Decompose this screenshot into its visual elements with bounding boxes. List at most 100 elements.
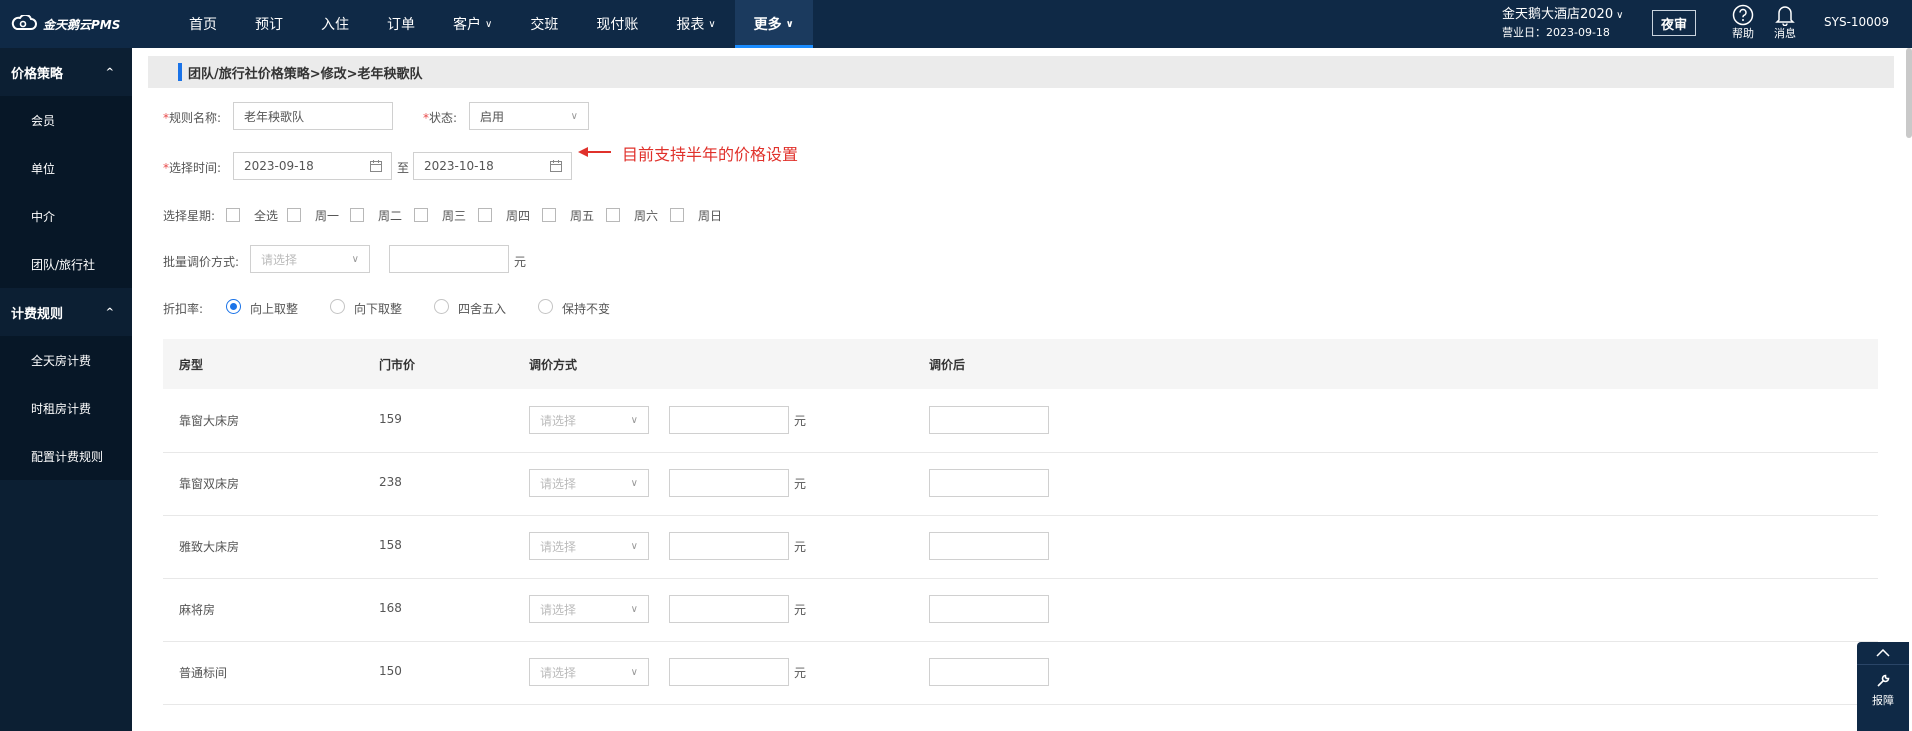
rule-name-label: *规则名称: bbox=[163, 111, 222, 125]
weekday-checkbox-3[interactable] bbox=[414, 208, 428, 222]
chevron-down-icon: ∨ bbox=[630, 666, 638, 678]
nav-item-2[interactable]: 入住 bbox=[302, 0, 368, 48]
logo-text: 金天鹅云PMS bbox=[43, 17, 121, 32]
nav-item-8[interactable]: 更多 ∨ bbox=[734, 0, 813, 48]
annotation-text: 目前支持半年的价格设置 bbox=[622, 145, 799, 164]
nav-item-7[interactable]: 报表 ∨ bbox=[657, 0, 734, 48]
sidebar-item[interactable]: 中介 bbox=[0, 192, 132, 240]
table-header: 房型 门市价 调价方式 调价后 bbox=[163, 339, 1878, 389]
sidebar-group-1[interactable]: 计费规则 ^ bbox=[0, 288, 132, 336]
adjust-method-select[interactable]: 请选择 ∨ bbox=[529, 658, 649, 686]
adjust-amount-input[interactable] bbox=[669, 658, 789, 686]
chevron-up-icon[interactable] bbox=[1857, 642, 1909, 665]
batch-label: 批量调价方式: bbox=[163, 255, 240, 269]
unit-label: 元 bbox=[794, 603, 807, 617]
user-menu[interactable]: SYS-10009 bbox=[1824, 15, 1889, 29]
nav-item-5[interactable]: 交班 bbox=[511, 0, 577, 48]
rack-price-cell: 238 bbox=[379, 475, 402, 489]
app-logo[interactable]: 金天鹅云PMS bbox=[10, 13, 121, 34]
nav-item-4[interactable]: 客户 ∨ bbox=[434, 0, 511, 48]
sidebar-item[interactable]: 团队/旅行社 bbox=[0, 240, 132, 288]
weekday-checkbox-6[interactable] bbox=[606, 208, 620, 222]
chevron-down-icon: ∨ bbox=[1616, 10, 1624, 21]
adjust-amount-input[interactable] bbox=[669, 532, 789, 560]
table-row: 雅致大床房 158 请选择 ∨ 元 bbox=[163, 515, 1878, 579]
unit-label: 元 bbox=[794, 540, 807, 554]
batch-amount-input[interactable] bbox=[389, 245, 509, 273]
sidebar-item[interactable]: 全天房计费 bbox=[0, 336, 132, 384]
status-label: *状态: bbox=[423, 111, 458, 125]
weekday-checkbox-0[interactable] bbox=[226, 208, 240, 222]
hotel-name: 金天鹅大酒店2020 ∨ bbox=[1502, 7, 1624, 22]
weekday-checkbox-5[interactable] bbox=[542, 208, 556, 222]
weekday-checkbox-4[interactable] bbox=[478, 208, 492, 222]
sidebar-item[interactable]: 会员 bbox=[0, 96, 132, 144]
nav-item-1[interactable]: 预订 bbox=[236, 0, 302, 48]
adjust-method-select[interactable]: 请选择 ∨ bbox=[529, 406, 649, 434]
sidebar-group-0[interactable]: 价格策略 ^ bbox=[0, 48, 132, 96]
nav-item-6[interactable]: 现付账 bbox=[577, 0, 657, 48]
hotel-selector[interactable]: 金天鹅大酒店2020 ∨ 营业日：2023-09-18 bbox=[1502, 6, 1623, 41]
weekday-checkbox-7[interactable] bbox=[670, 208, 684, 222]
adjust-amount-input[interactable] bbox=[669, 406, 789, 434]
rounding-radio-1[interactable] bbox=[330, 299, 345, 314]
breadcrumb-marker bbox=[178, 63, 182, 81]
chevron-down-icon: ∨ bbox=[570, 110, 578, 122]
sidebar-item[interactable]: 配置计费规则 bbox=[0, 432, 132, 480]
weekday-label-5: 周五 bbox=[570, 209, 595, 223]
nav-item-3[interactable]: 订单 bbox=[368, 0, 434, 48]
rounding-radio-0[interactable] bbox=[226, 299, 241, 314]
chevron-down-icon: ∨ bbox=[630, 540, 638, 552]
adjust-method-select[interactable]: 请选择 ∨ bbox=[529, 532, 649, 560]
annotation: 目前支持半年的价格设置 bbox=[578, 141, 798, 165]
col-room-type: 房型 bbox=[179, 358, 204, 372]
page-scrollbar[interactable] bbox=[1906, 48, 1912, 138]
breadcrumb-text: 团队/旅行社价格策略>修改>老年秧歌队 bbox=[188, 66, 423, 82]
rounding-label-1: 向下取整 bbox=[354, 302, 403, 316]
night-audit-button[interactable]: 夜审 bbox=[1652, 10, 1696, 36]
unit-label: 元 bbox=[794, 477, 807, 491]
chevron-down-icon: ∨ bbox=[630, 477, 638, 489]
help-button[interactable]: 帮助 bbox=[1728, 3, 1758, 40]
adjust-method-select[interactable]: 请选择 ∨ bbox=[529, 595, 649, 623]
weekday-label: 选择星期: bbox=[163, 209, 216, 223]
adjust-amount-input[interactable] bbox=[669, 469, 789, 497]
adjusted-price-input[interactable] bbox=[929, 658, 1049, 686]
adjusted-price-input[interactable] bbox=[929, 595, 1049, 623]
rounding-label-0: 向上取整 bbox=[250, 302, 299, 316]
rounding-label-3: 保持不变 bbox=[562, 302, 611, 316]
adjust-amount-input[interactable] bbox=[669, 595, 789, 623]
sidebar-item[interactable]: 单位 bbox=[0, 144, 132, 192]
date-end-input[interactable]: 2023-10-18 bbox=[413, 152, 572, 180]
status-select[interactable]: 启用 ∨ bbox=[469, 102, 589, 130]
nav-item-label: 报表 bbox=[676, 17, 705, 33]
sidebar-item[interactable]: 时租房计费 bbox=[0, 384, 132, 432]
adjusted-price-input[interactable] bbox=[929, 469, 1049, 497]
weekday-label-2: 周二 bbox=[378, 209, 403, 223]
weekday-checkbox-2[interactable] bbox=[350, 208, 364, 222]
sidebar-group-label: 计费规则 bbox=[11, 306, 64, 322]
rounding-radio-2[interactable] bbox=[434, 299, 449, 314]
weekday-checkbox-1[interactable] bbox=[287, 208, 301, 222]
rounding-radio-3[interactable] bbox=[538, 299, 553, 314]
nav-item-label: 更多 bbox=[753, 17, 782, 33]
col-adjusted-price: 调价后 bbox=[929, 358, 966, 372]
weekday-label-4: 周四 bbox=[506, 209, 531, 223]
rounding-label-2: 四舍五入 bbox=[458, 302, 507, 316]
messages-button[interactable]: 消息 bbox=[1770, 3, 1800, 40]
adjust-method-select[interactable]: 请选择 ∨ bbox=[529, 469, 649, 497]
nav-item-label: 首页 bbox=[189, 17, 217, 33]
calendar-icon bbox=[369, 159, 383, 176]
chevron-up-icon: ^ bbox=[105, 66, 114, 78]
weekday-label-0: 全选 bbox=[254, 209, 279, 223]
unit-label: 元 bbox=[794, 666, 807, 680]
report-issue-widget[interactable]: 报障 bbox=[1857, 642, 1909, 731]
business-date: 营业日：2023-09-18 bbox=[1502, 26, 1610, 39]
nav-item-0[interactable]: 首页 bbox=[170, 0, 236, 48]
adjusted-price-input[interactable] bbox=[929, 406, 1049, 434]
date-start-input[interactable]: 2023-09-18 bbox=[233, 152, 392, 180]
weekday-label-1: 周一 bbox=[315, 209, 340, 223]
batch-method-select[interactable]: 请选择 ∨ bbox=[250, 245, 370, 273]
adjusted-price-input[interactable] bbox=[929, 532, 1049, 560]
rule-name-input[interactable]: 老年秧歌队 bbox=[233, 102, 393, 130]
